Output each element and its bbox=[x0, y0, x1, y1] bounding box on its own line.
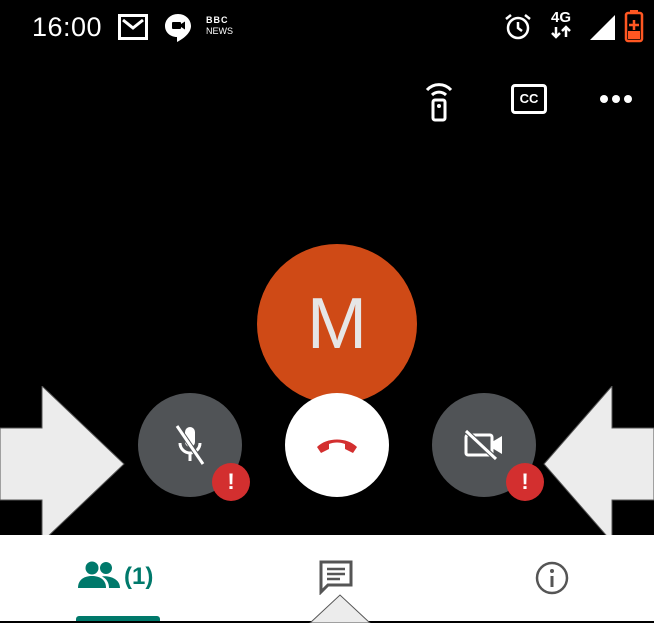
signal-icon bbox=[590, 15, 615, 40]
battery-low-icon bbox=[624, 10, 644, 43]
captions-icon[interactable]: CC bbox=[511, 84, 547, 114]
left-arrow-annotation bbox=[0, 386, 125, 542]
cast-remote-icon[interactable] bbox=[423, 80, 455, 122]
camera-off-icon bbox=[464, 429, 502, 461]
gmail-icon bbox=[118, 14, 148, 40]
mute-mic-button[interactable]: ! bbox=[138, 393, 250, 501]
right-arrow-annotation bbox=[543, 386, 654, 542]
chat-icon bbox=[319, 560, 353, 595]
mic-alert-badge: ! bbox=[212, 463, 250, 501]
status-bar: 16:00 BBC NEWS 4G bbox=[0, 0, 654, 58]
people-icon bbox=[78, 561, 120, 588]
active-tab-indicator bbox=[76, 616, 160, 621]
bbc-news-icon: BBC NEWS bbox=[206, 15, 236, 39]
status-time: 16:00 bbox=[32, 12, 103, 42]
bottom-tab-bar: (1) bbox=[0, 535, 654, 623]
bbc-label: BBC bbox=[206, 15, 229, 25]
hangouts-icon bbox=[165, 14, 191, 42]
up-arrow-annotation bbox=[309, 594, 371, 623]
alarm-icon bbox=[505, 14, 531, 40]
people-count-label: (1) bbox=[124, 563, 154, 590]
end-call-icon bbox=[317, 439, 357, 453]
mic-off-icon bbox=[174, 424, 206, 466]
end-call-button[interactable] bbox=[285, 393, 389, 497]
participant-avatar: M bbox=[257, 244, 417, 404]
camera-alert-badge: ! bbox=[506, 463, 544, 501]
news-label: NEWS bbox=[206, 26, 233, 36]
captions-label: CC bbox=[519, 91, 539, 106]
camera-toggle-button[interactable]: ! bbox=[432, 393, 544, 501]
tab-info[interactable] bbox=[515, 535, 585, 621]
network-label: 4G bbox=[550, 9, 571, 26]
more-options-icon[interactable] bbox=[600, 94, 632, 104]
info-icon bbox=[535, 561, 569, 595]
call-screen: CC M ! ! bbox=[0, 58, 654, 542]
4g-icon: 4G bbox=[548, 10, 574, 42]
tab-people[interactable]: (1) bbox=[60, 535, 180, 621]
